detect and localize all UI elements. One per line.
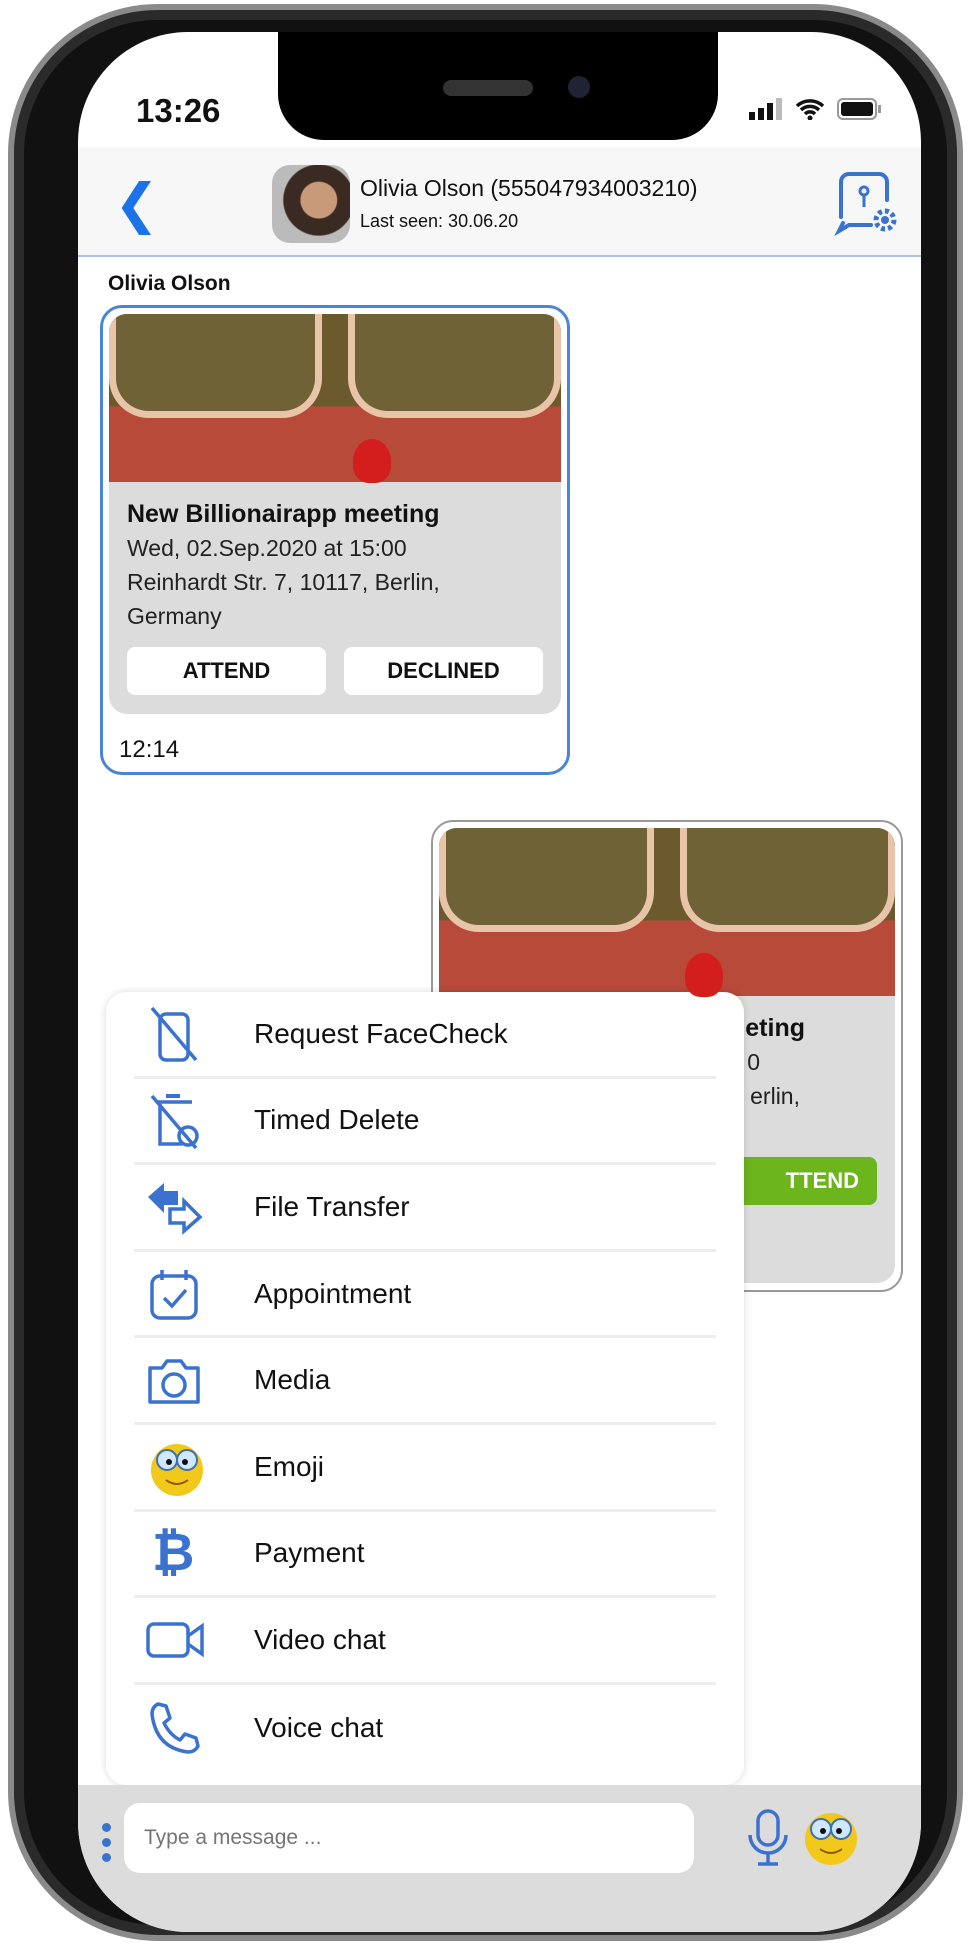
appointment-title: New Billionairapp meeting	[127, 500, 440, 528]
wifi-icon	[795, 99, 825, 120]
sender-label: Olivia Olson	[108, 272, 231, 295]
emoji-button-icon[interactable]	[798, 1803, 864, 1869]
bitcoin-icon: ₿	[152, 1524, 195, 1583]
menu-item-appointment[interactable]: Appointment	[134, 1252, 716, 1339]
menu-item-timed-delete[interactable]: Timed Delete	[134, 1079, 716, 1166]
status-time: 13:26	[136, 92, 221, 129]
file-transfer-icon	[134, 1177, 254, 1237]
menu-label: Emoji	[254, 1450, 325, 1482]
menu-item-emoji[interactable]: Emoji	[134, 1425, 716, 1512]
menu-item-media[interactable]: Media	[134, 1338, 716, 1425]
status-icons	[749, 98, 881, 120]
menu-item-voice-chat[interactable]: Voice chat	[134, 1685, 716, 1772]
menu-label: Media	[254, 1364, 331, 1396]
microphone-icon[interactable]	[746, 1807, 790, 1867]
chat-header: ❮ Olivia Olson (555047934003210) Last se…	[78, 147, 921, 257]
appointment-address: Reinhardt Str. 7, 10117, Berlin,	[127, 569, 440, 595]
menu-item-payment[interactable]: ₿ Payment	[134, 1512, 716, 1599]
attend-button[interactable]: ATTEND	[127, 647, 326, 695]
screen: 13:26 ❮ Olivia Olson (555047934003210) L…	[78, 32, 921, 1932]
signal-icon	[749, 98, 782, 120]
camera	[568, 76, 590, 98]
facecheck-icon	[134, 1004, 254, 1064]
menu-label: Payment	[254, 1537, 365, 1569]
calendar-check-icon	[134, 1264, 254, 1324]
message-input[interactable]	[124, 1803, 694, 1873]
back-button[interactable]: ❮	[114, 177, 159, 231]
video-camera-icon	[134, 1610, 254, 1670]
image-detail	[685, 953, 724, 997]
menu-item-file-transfer[interactable]: File Transfer	[134, 1165, 716, 1252]
appointment-address-2: Germany	[127, 603, 222, 629]
chat-settings-icon[interactable]	[831, 167, 901, 237]
timed-delete-icon	[134, 1090, 254, 1150]
battery-icon	[837, 98, 881, 120]
appointment-message: New Billionairapp meeting Wed, 02.Sep.20…	[100, 305, 570, 775]
appointment-datetime: Wed, 02.Sep.2020 at 15:00	[127, 535, 407, 561]
appointment-card: New Billionairapp meeting Wed, 02.Sep.20…	[109, 314, 561, 714]
speaker	[443, 80, 533, 96]
menu-label: Request FaceCheck	[254, 1017, 508, 1049]
appointment-image	[439, 828, 895, 997]
menu-item-facecheck[interactable]: Request FaceCheck	[134, 992, 716, 1079]
avatar[interactable]	[272, 165, 350, 243]
notch	[278, 32, 718, 140]
menu-item-video-chat[interactable]: Video chat	[134, 1598, 716, 1685]
decline-button[interactable]: DECLINED	[344, 647, 543, 695]
last-seen: Last seen: 30.06.20	[360, 211, 519, 231]
phone-frame: 13:26 ❮ Olivia Olson (555047934003210) L…	[8, 4, 963, 1941]
menu-label: File Transfer	[254, 1190, 410, 1222]
menu-label: Appointment	[254, 1277, 412, 1309]
menu-label: Timed Delete	[254, 1104, 420, 1136]
appointment-image	[109, 314, 561, 483]
image-detail	[353, 439, 392, 483]
message-time: 12:14	[119, 736, 180, 763]
contact-name: Olivia Olson (555047934003210)	[360, 175, 698, 201]
composer-bar	[78, 1785, 921, 1932]
attachment-menu: Request FaceCheck Timed Delete File Tran…	[106, 992, 744, 1785]
camera-icon	[134, 1350, 254, 1410]
menu-label: Video chat	[254, 1623, 386, 1655]
more-options-button[interactable]	[102, 1823, 111, 1862]
phone-icon	[134, 1698, 254, 1758]
emoji-icon	[134, 1434, 254, 1500]
menu-label: Voice chat	[254, 1712, 384, 1744]
